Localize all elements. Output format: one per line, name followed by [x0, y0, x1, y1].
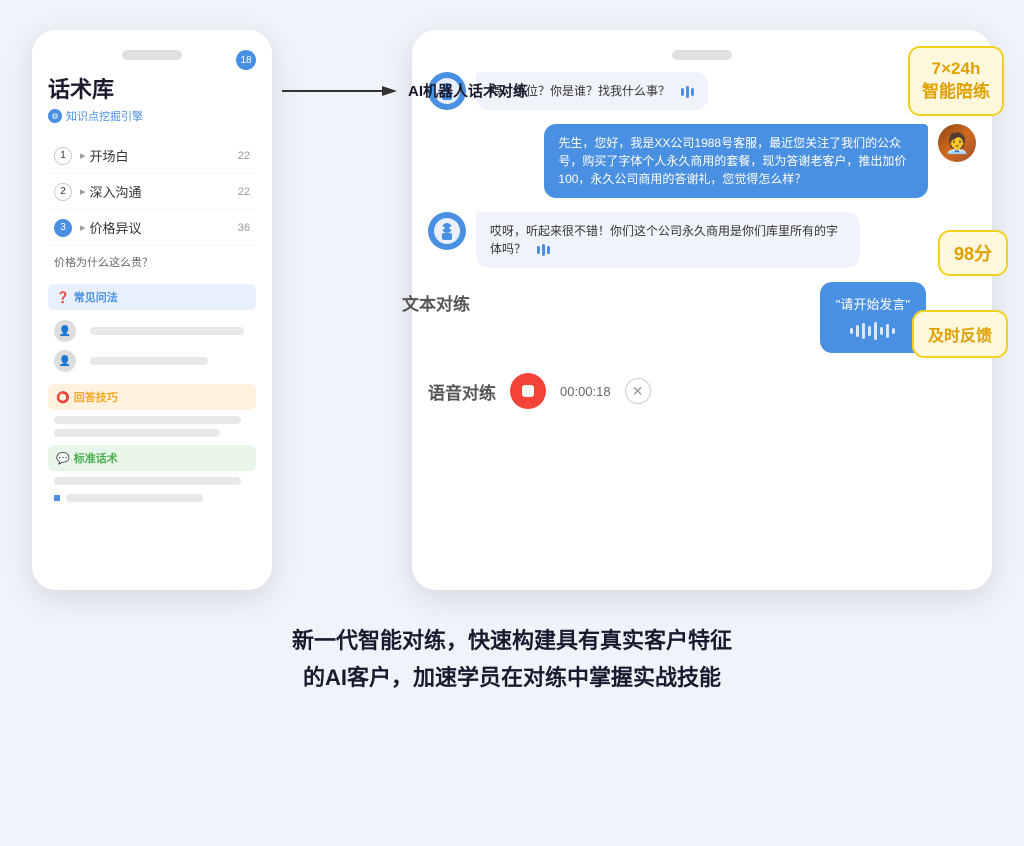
faq-icon: ❓	[56, 291, 70, 304]
sound-icon-2	[537, 244, 550, 256]
avatar-1: 👤	[54, 320, 76, 342]
bot-avatar-2	[428, 212, 466, 250]
right-phone: 7×24h智能陪练 喂，哪位？你是谁？找我什么事？	[412, 30, 992, 590]
skeleton-1	[90, 327, 244, 335]
msg-user-1: 🧑‍💼 先生，您好，我是XX公司1988号客服，最近您关注了我们的公众号，购买了…	[428, 124, 976, 198]
subtitle-icon: ⚙	[48, 109, 62, 123]
msg-bot-2: 哎呀，听起来很不错！你们这个公司永久商用是你们库里所有的字体吗？	[428, 212, 976, 268]
text-practice-label: 文本对练	[402, 290, 470, 315]
voice-controls: 语音对练 00:00:18 ✕	[428, 367, 976, 415]
close-button[interactable]: ✕	[625, 378, 651, 404]
phone-notch	[122, 50, 182, 60]
feedback-badge: 及时反馈	[912, 310, 1008, 358]
right-phone-notch	[672, 50, 732, 60]
menu-num-1: 1	[54, 147, 72, 165]
timer: 00:00:18	[560, 384, 611, 399]
menu-item-3[interactable]: 3 ▸ 价格异议 36	[48, 210, 256, 246]
badge-count: 18	[236, 50, 256, 70]
standard-icon: 💬	[56, 452, 70, 465]
tips-icon: ⭕	[56, 391, 70, 404]
voice-input-row: "请开始发言"	[428, 282, 976, 353]
menu-item-1[interactable]: 1 ▸ 开场白 22	[48, 138, 256, 174]
section-faq: ❓ 常见问法	[48, 284, 256, 310]
sound-icon-1	[681, 86, 694, 98]
main-container: 话术库 ⚙ 知识点挖掘引擎 18 1 ▸ 开场白 22 2 ▸ 深入沟通 22 …	[32, 30, 992, 590]
arrow-svg	[282, 81, 402, 101]
waveform	[836, 321, 910, 341]
menu-item-2[interactable]: 2 ▸ 深入沟通 22	[48, 174, 256, 210]
question-text: 价格为什么这么贵？	[48, 246, 256, 278]
left-phone-title: 话术库	[48, 72, 256, 104]
skeleton-2	[90, 357, 208, 365]
bottom-text: 新一代智能对练，快速构建具有真实客户特征的AI客户，加速学员在对练中掌握实战技能	[292, 622, 732, 697]
arrow-label: AI机器人话术对练	[408, 80, 528, 101]
menu-num-2: 2	[54, 183, 72, 201]
record-button[interactable]	[510, 373, 546, 409]
user-avatar-1: 🧑‍💼	[938, 124, 976, 162]
menu-num-3: 3	[54, 219, 72, 237]
chat-area: 喂，哪位？你是谁？找我什么事？ 🧑‍💼 先生，您好，我是XX公司1988号客服，…	[428, 72, 976, 415]
left-phone: 话术库 ⚙ 知识点挖掘引擎 18 1 ▸ 开场白 22 2 ▸ 深入沟通 22 …	[32, 30, 272, 590]
avatar-row-1: 👤	[48, 316, 256, 346]
voice-practice-label: 语音对练	[428, 379, 496, 404]
avatar-row-2: 👤	[48, 346, 256, 376]
voice-placeholder: "请开始发言"	[836, 294, 910, 313]
section-tips: ⭕ 回答技巧	[48, 384, 256, 437]
section-standard: 💬 标准话术	[48, 445, 256, 506]
label-724: 7×24h智能陪练	[908, 46, 1004, 116]
avatar-2: 👤	[54, 350, 76, 372]
bubble-bot-2: 哎呀，听起来很不错！你们这个公司永久商用是你们库里所有的字体吗？	[476, 212, 860, 268]
voice-bubble: "请开始发言"	[820, 282, 926, 353]
left-phone-subtitle: ⚙ 知识点挖掘引擎	[48, 108, 256, 124]
score-badge: 98分	[938, 230, 1008, 276]
record-stop-icon	[522, 385, 534, 397]
bubble-user-1: 先生，您好，我是XX公司1988号客服，最近您关注了我们的公众号，购买了字体个人…	[544, 124, 928, 198]
arrow-label-row: AI机器人话术对练	[282, 80, 528, 101]
bullet	[54, 495, 60, 501]
